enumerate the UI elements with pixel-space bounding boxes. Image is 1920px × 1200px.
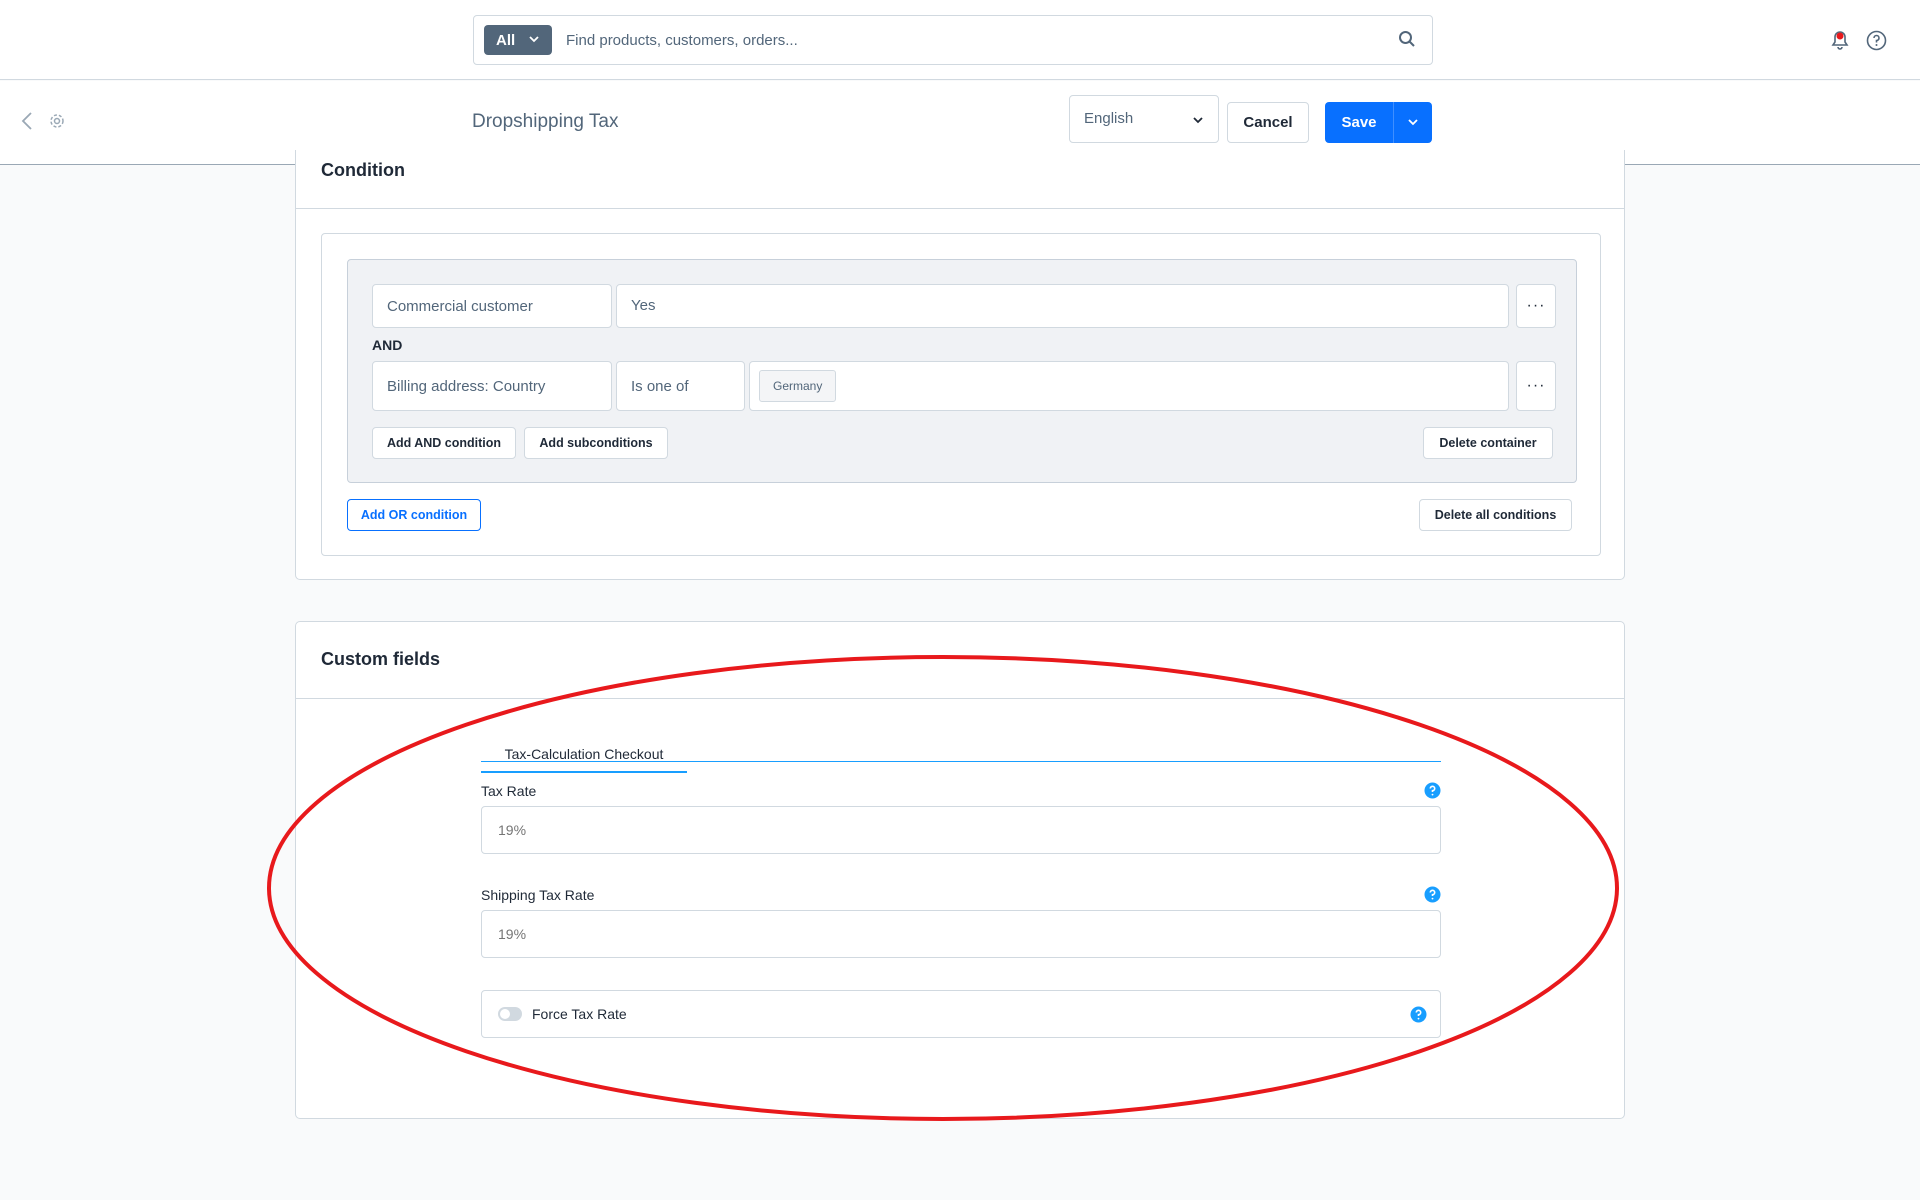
condition-tree: Commercial customer Yes ··· AND Billing … <box>321 233 1601 556</box>
condition-field-select[interactable]: Billing address: Country <box>372 361 612 411</box>
force-tax-rate-label: Force Tax Rate <box>532 1006 627 1022</box>
condition-title: Condition <box>321 160 405 180</box>
search-input[interactable] <box>566 16 1346 64</box>
card-divider <box>296 698 1624 699</box>
condition-operator-value: Is one of <box>631 377 689 395</box>
tax-rate-input[interactable] <box>481 806 1441 854</box>
chevron-left-icon[interactable] <box>20 111 34 131</box>
add-subconditions-button[interactable]: Add subconditions <box>524 427 668 459</box>
language-select[interactable]: English <box>1069 95 1219 143</box>
force-tax-rate-toggle[interactable] <box>498 1007 522 1021</box>
condition-value-select[interactable]: Yes <box>616 284 1509 328</box>
delete-all-conditions-button[interactable]: Delete all conditions <box>1419 499 1572 531</box>
delete-container-button[interactable]: Delete container <box>1423 427 1553 459</box>
more-actions-button[interactable]: ··· <box>1516 361 1556 411</box>
help-circle-icon[interactable] <box>1866 30 1887 51</box>
toggle-knob <box>500 1009 510 1019</box>
save-options-button[interactable] <box>1393 102 1432 143</box>
help-icon[interactable] <box>1410 1006 1427 1023</box>
condition-field-value: Billing address: Country <box>387 377 546 395</box>
country-multiselect[interactable]: Germany <box>749 361 1509 411</box>
add-or-condition-button[interactable]: Add OR condition <box>347 499 481 531</box>
force-tax-rate-field: Force Tax Rate <box>481 990 1441 1038</box>
more-actions-button[interactable]: ··· <box>1516 284 1556 328</box>
page-title: Dropshipping Tax <box>472 111 619 132</box>
chevron-down-icon <box>1408 119 1418 126</box>
custom-fields-title: Custom fields <box>321 649 441 669</box>
condition-card: Condition Commercial customer Yes ··· AN… <box>295 150 1625 580</box>
shipping-tax-rate-label: Shipping Tax Rate <box>481 887 595 903</box>
tab-tax-calculation-checkout[interactable]: Tax-Calculation Checkout <box>481 733 687 773</box>
and-label: AND <box>372 337 403 353</box>
add-and-condition-button[interactable]: Add AND condition <box>372 427 516 459</box>
chevron-down-icon <box>1193 117 1203 124</box>
condition-operator-select[interactable]: Is one of <box>616 361 745 411</box>
condition-value: Yes <box>631 297 656 314</box>
custom-fields-card: Custom fields Tax-Calculation Checkout T… <box>295 621 1625 1119</box>
language-value: English <box>1084 110 1134 127</box>
condition-field-select[interactable]: Commercial customer <box>372 284 612 328</box>
tax-rate-label: Tax Rate <box>481 783 537 799</box>
cancel-button[interactable]: Cancel <box>1227 102 1309 143</box>
global-search: All <box>473 15 1433 65</box>
condition-group: Commercial customer Yes ··· AND Billing … <box>347 259 1577 483</box>
card-divider <box>296 208 1624 209</box>
top-bar: All <box>0 0 1920 80</box>
search-icon[interactable] <box>1398 30 1416 48</box>
bell-icon[interactable] <box>1829 29 1851 51</box>
chevron-down-icon <box>529 36 539 43</box>
shipping-tax-rate-input[interactable] <box>481 910 1441 958</box>
help-icon[interactable] <box>1424 782 1441 799</box>
gear-icon[interactable] <box>48 112 66 130</box>
search-type-dropdown[interactable]: All <box>484 25 552 55</box>
condition-field-value: Commercial customer <box>387 297 533 315</box>
search-type-label: All <box>496 31 516 49</box>
save-button[interactable]: Save <box>1325 102 1393 143</box>
selected-tag[interactable]: Germany <box>759 370 837 402</box>
help-icon[interactable] <box>1424 886 1441 903</box>
